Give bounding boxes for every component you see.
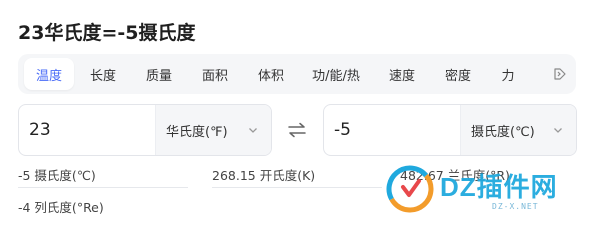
unit-category-tabs: 温度 长度 质量 面积 体积 功/能/热 速度 密度 力	[18, 54, 576, 94]
result-kelvin: 268.15 开氏度(K)	[212, 168, 316, 183]
swap-icon[interactable]	[286, 121, 308, 139]
result-divider	[18, 187, 188, 188]
chevron-down-icon	[249, 128, 257, 133]
to-value-input[interactable]: -5	[324, 105, 460, 155]
to-field: -5 摄氏度(℃)	[323, 104, 577, 156]
to-unit-select[interactable]: 摄氏度(℃)	[460, 105, 576, 155]
tabs-next-icon[interactable]	[550, 58, 570, 90]
watermark: DZ插件网 DZ-X.NET	[382, 157, 582, 221]
watermark-text: DZ插件网	[440, 172, 558, 202]
result-celsius: -5 摄氏度(℃)	[18, 168, 96, 183]
from-value-input[interactable]: 23	[19, 105, 155, 155]
to-unit-label: 摄氏度(℃)	[471, 124, 535, 140]
tab-volume[interactable]: 体积	[244, 58, 298, 90]
tab-area[interactable]: 面积	[186, 58, 244, 90]
from-unit-select[interactable]: 华氏度(℉)	[155, 105, 271, 155]
tab-work-energy-heat[interactable]: 功/能/热	[298, 58, 374, 90]
watermark-logo-icon	[386, 165, 434, 213]
tab-density[interactable]: 密度	[430, 58, 486, 90]
tab-length[interactable]: 长度	[74, 58, 132, 90]
result-reaumur: -4 列氏度(°Re)	[18, 200, 104, 215]
from-unit-label: 华氏度(℉)	[166, 124, 228, 140]
tab-speed[interactable]: 速度	[374, 58, 430, 90]
page-title: 23华氏度=-5摄氏度	[18, 22, 196, 44]
watermark-subtext: DZ-X.NET	[492, 202, 539, 211]
tab-force[interactable]: 力	[486, 58, 530, 90]
result-divider	[212, 187, 382, 188]
tab-temperature[interactable]: 温度	[24, 58, 74, 90]
tab-mass[interactable]: 质量	[132, 58, 186, 90]
chevron-down-icon	[554, 128, 562, 133]
from-field: 23 华氏度(℉)	[18, 104, 272, 156]
